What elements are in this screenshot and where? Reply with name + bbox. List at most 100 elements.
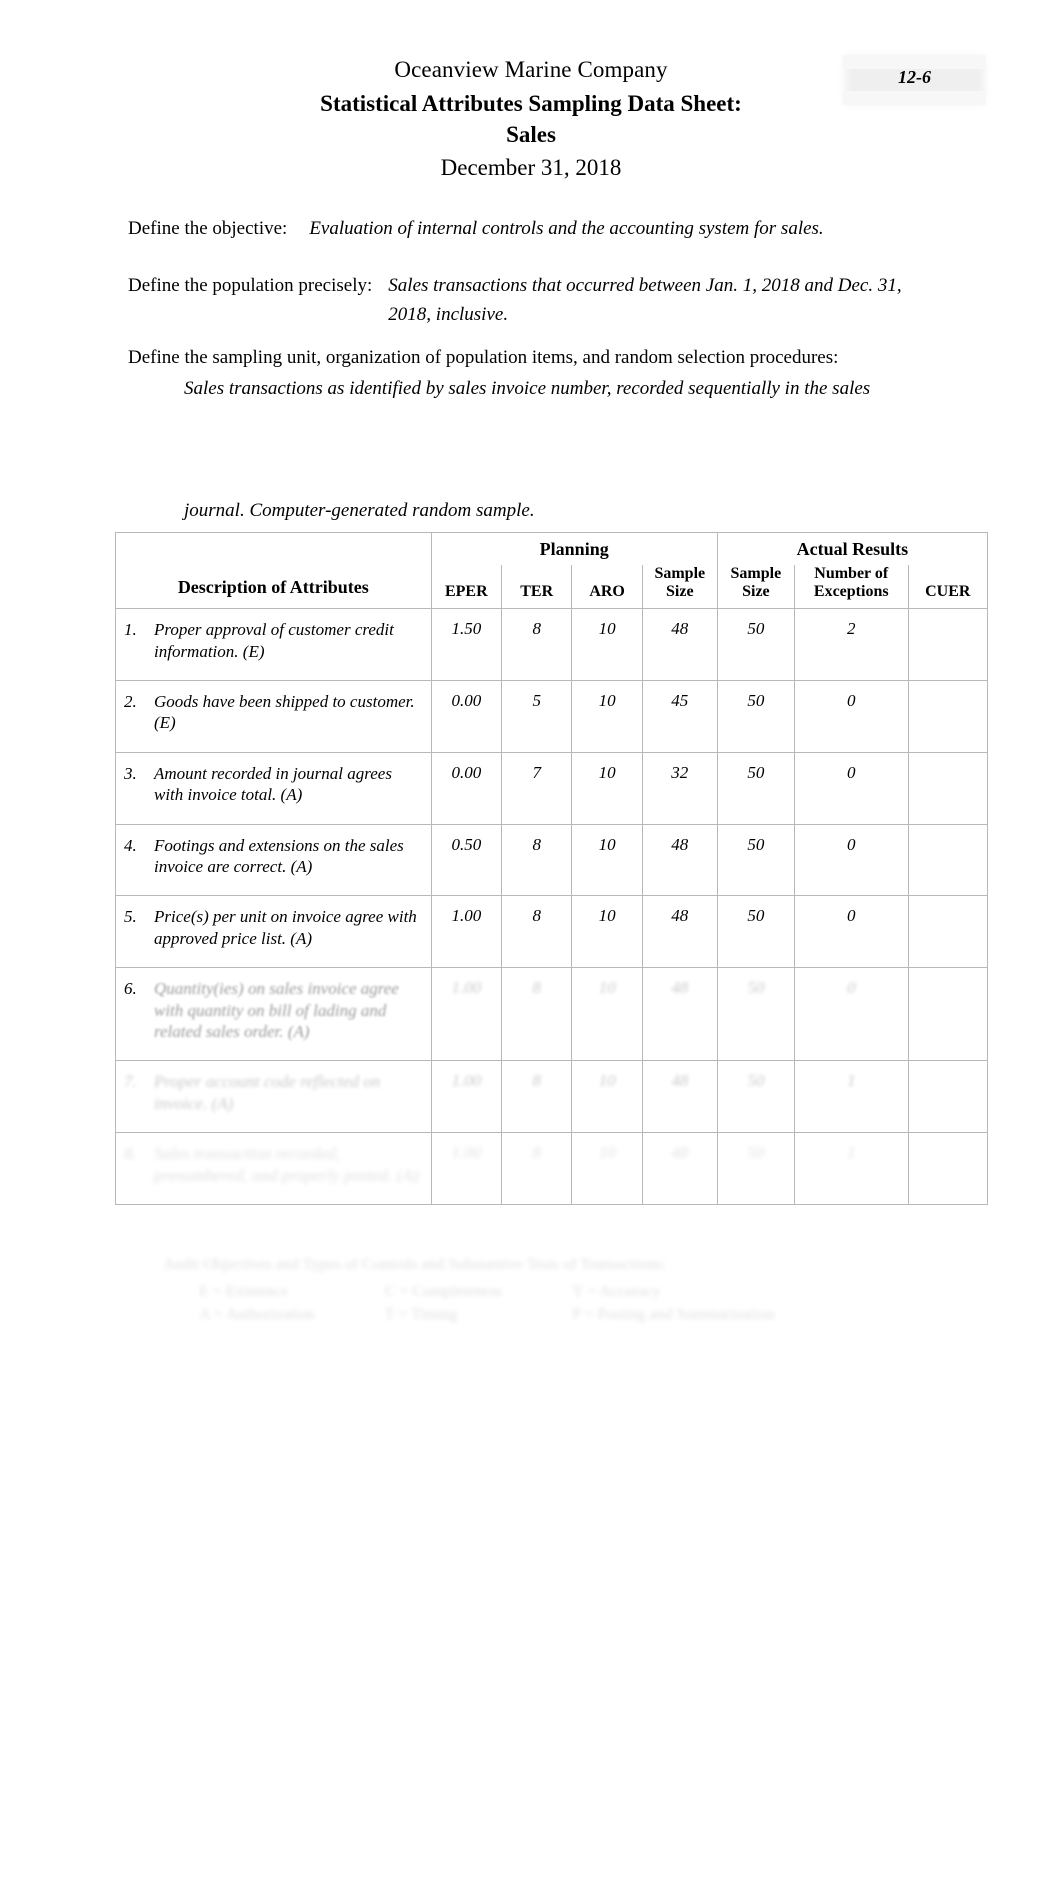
population-value: Sales transactions that occurred between… (388, 274, 902, 325)
table-body: 1. Proper approval of customer credit in… (115, 608, 988, 1206)
header-group-planning: Planning (430, 532, 718, 565)
definition-sampling-unit: Define the sampling unit, organization o… (0, 344, 1062, 404)
row-aro: 10 (571, 680, 643, 753)
row-ter: 7 (501, 751, 573, 825)
row-sample-size-planning: 48 (641, 823, 718, 897)
footnote-columns: E = Existence A = Authorization C = Comp… (199, 1280, 863, 1326)
row-sample-size-planning: 48 (641, 967, 718, 1062)
row-number: 4. (124, 835, 137, 855)
row-attribute-text: Goods have been shipped to customer. (E) (154, 692, 415, 733)
table-row: 7. Proper account code reflected on invo… (115, 1060, 988, 1134)
row-sample-size-planning: 48 (641, 1060, 718, 1134)
row-eper: 1.00 (430, 1132, 503, 1206)
row-sample-size-actual: 50 (716, 751, 795, 825)
row-number: 8. (124, 1144, 137, 1164)
definitions-section: Define the objective: Evaluation of inter… (0, 215, 1062, 403)
row-eper: 0.50 (430, 823, 503, 897)
row-description: 1. Proper approval of customer credit in… (115, 608, 432, 681)
row-attribute-text: Proper approval of customer credit infor… (154, 620, 394, 661)
row-exceptions: 0 (793, 751, 909, 825)
row-aro: 10 (571, 823, 643, 897)
document-title: Statistical Attributes Sampling Data She… (320, 91, 742, 117)
header-blank-cell (115, 532, 432, 565)
row-aro: 10 (571, 895, 643, 969)
header-cuer: CUER (907, 565, 988, 610)
row-ter: 8 (501, 1132, 573, 1206)
row-aro: 10 (571, 608, 643, 681)
table-row: 1. Proper approval of customer credit in… (115, 608, 988, 681)
row-eper: 0.00 (430, 680, 503, 753)
row-sample-size-planning: 48 (641, 895, 718, 969)
table-row: 6. Quantity(ies) on sales invoice agree … (115, 967, 988, 1062)
row-description: 5. Price(s) per unit on invoice agree wi… (115, 895, 432, 969)
row-description: 6. Quantity(ies) on sales invoice agree … (115, 967, 432, 1062)
row-description: 8. Sales transaction recorded, prenumber… (115, 1132, 432, 1206)
row-cuer (907, 967, 988, 1062)
definition-objective: Define the objective: Evaluation of inter… (0, 215, 1062, 244)
footnote-completeness: C = Completeness (384, 1283, 503, 1301)
objective-label: Define the objective: (128, 218, 288, 239)
row-attribute-text: Quantity(ies) on sales invoice agree wit… (154, 979, 399, 1042)
row-exceptions: 0 (793, 967, 909, 1062)
row-sample-size-planning: 45 (641, 680, 718, 753)
row-eper: 1.00 (430, 1060, 503, 1134)
sampling-unit-label: Define the sampling unit, organization o… (128, 346, 839, 368)
header-description-of-attributes: Description of Attributes (115, 565, 432, 610)
row-eper: 0.00 (430, 751, 503, 825)
document-header: Oceanview Marine Company Statistical Att… (0, 55, 1062, 183)
footnote-column-2: C = Completeness T = Timing (385, 1280, 502, 1326)
row-aro: 10 (571, 1132, 643, 1206)
row-ter: 8 (501, 967, 573, 1062)
row-attribute-text: Price(s) per unit on invoice agree with … (154, 907, 417, 948)
row-sample-size-planning: 48 (641, 1132, 718, 1206)
row-aro: 10 (571, 1060, 643, 1134)
header-sample-size-planning-line2: Size (666, 582, 694, 600)
document-date: December 31, 2018 (440, 155, 622, 181)
row-cuer (907, 1132, 988, 1206)
row-sample-size-actual: 50 (716, 895, 795, 969)
row-exceptions: 0 (793, 680, 909, 753)
header-eper: EPER (430, 565, 503, 610)
population-label: Define the population precisely: (128, 274, 373, 296)
header-exceptions-line1: Number of (814, 565, 889, 582)
table-row: 2. Goods have been shipped to customer. … (115, 680, 988, 753)
document-page: 12-6 Oceanview Marine Company Statistica… (0, 0, 1062, 1880)
company-name: Oceanview Marine Company (394, 57, 668, 82)
row-number: 1. (124, 620, 137, 640)
row-description: 4. Footings and extensions on the sales … (115, 823, 432, 897)
row-eper: 1.00 (430, 967, 503, 1062)
header-sample-size-actual: Sample Size (716, 565, 795, 610)
table-row: 4. Footings and extensions on the sales … (115, 823, 988, 897)
row-number: 2. (124, 692, 137, 711)
row-cuer (907, 680, 988, 753)
row-number: 7. (124, 1072, 137, 1092)
definition-population: Define the population precisely: Sales tr… (0, 272, 1062, 330)
row-cuer (907, 751, 988, 825)
row-sample-size-actual: 50 (716, 823, 795, 897)
row-cuer (907, 823, 988, 897)
header-ter: TER (501, 565, 573, 610)
row-cuer (907, 1060, 988, 1134)
header-number-of-exceptions: Number of Exceptions (793, 565, 909, 610)
table-row: 5. Price(s) per unit on invoice agree wi… (115, 895, 988, 969)
row-sample-size-planning: 48 (641, 608, 718, 681)
footnote-existence: E = Existence (199, 1283, 288, 1301)
row-attribute-text: Sales transaction recorded, prenumbered,… (154, 1144, 419, 1185)
row-number: 3. (124, 763, 137, 783)
table-column-header-row: Description of Attributes EPER TER ARO S… (115, 565, 988, 610)
row-description: 7. Proper account code reflected on invo… (115, 1060, 432, 1134)
row-sample-size-actual: 50 (716, 680, 795, 753)
row-eper: 1.50 (430, 608, 503, 681)
sampling-unit-value: Sales transactions as identified by sale… (184, 377, 871, 399)
header-sample-size-actual-line1: Sample (730, 565, 782, 582)
row-cuer (907, 895, 988, 969)
row-sample-size-actual: 50 (716, 1132, 795, 1206)
table-row: 3. Amount recorded in journal agrees wit… (115, 751, 988, 825)
row-sample-size-planning: 32 (641, 751, 718, 825)
footnote-title: Audit Objectives and Types of Controls a… (163, 1256, 666, 1273)
sampling-unit-continuation: journal. Computer-generated random sampl… (184, 500, 535, 521)
footnote-accuracy: Y = Accuracy (572, 1283, 661, 1301)
footnote-legend: Audit Objectives and Types of Controls a… (163, 1253, 863, 1327)
footnote-timing: T = Timing (384, 1306, 458, 1324)
row-aro: 10 (571, 751, 643, 825)
